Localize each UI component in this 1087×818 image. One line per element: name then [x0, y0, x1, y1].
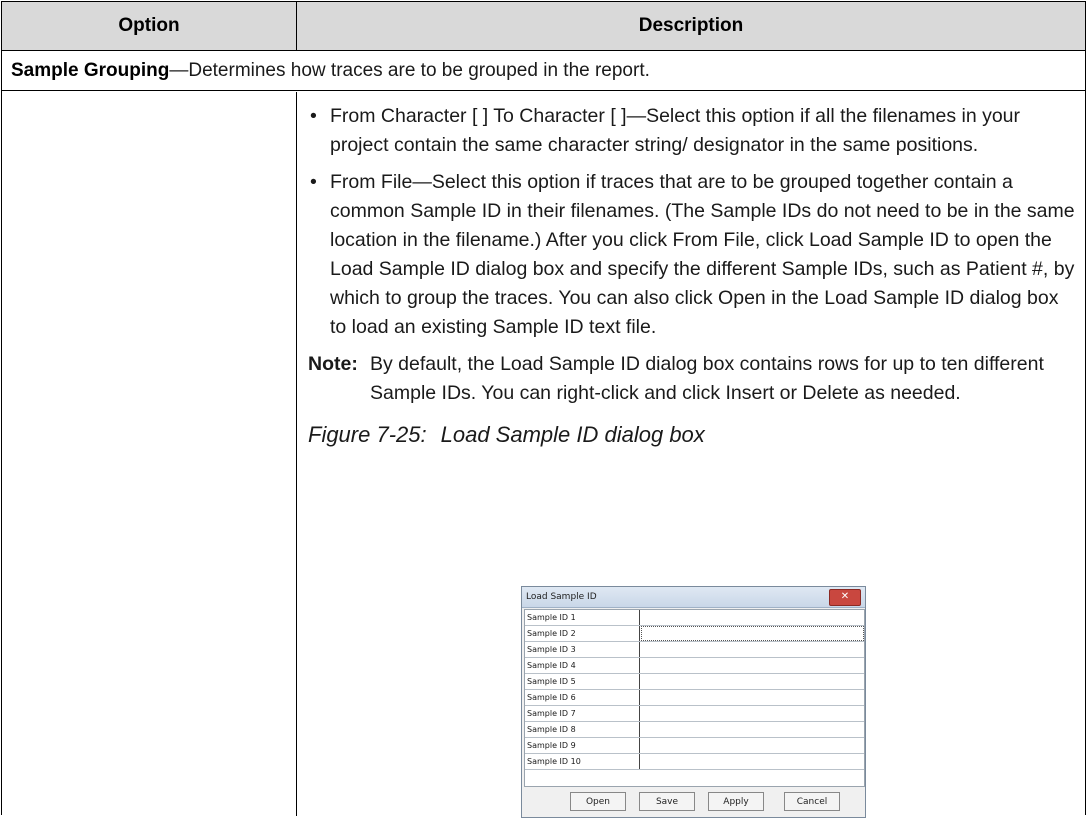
- bullet-text: From Character [ ] To Character [ ]—Sele…: [330, 105, 1021, 156]
- sample-id-label: Sample ID 7: [525, 706, 640, 721]
- sample-id-input[interactable]: [641, 642, 864, 657]
- table-row: Sample ID 10: [525, 754, 864, 770]
- sample-id-grid: Sample ID 1 Sample ID 2 Sample ID 3 Samp…: [524, 609, 865, 787]
- figure-number: Figure 7-25:: [308, 422, 427, 447]
- figure-caption: Figure 7-25: Load Sample ID dialog box: [308, 420, 1078, 449]
- figure-title: Load Sample ID dialog box: [440, 422, 705, 447]
- column-divider: [296, 92, 297, 816]
- table-row: Sample ID 9: [525, 738, 864, 754]
- dialog-title-bar: Load Sample ID ✕: [522, 587, 865, 608]
- table-row: Sample ID 6: [525, 690, 864, 706]
- sample-id-label: Sample ID 6: [525, 690, 640, 705]
- sample-id-input[interactable]: [641, 690, 864, 705]
- sample-grouping-term: Sample Grouping: [11, 60, 170, 81]
- bullet-text: From File—Select this option if traces t…: [330, 171, 1075, 338]
- sample-id-input[interactable]: [641, 738, 864, 753]
- table-row: Sample ID 4: [525, 658, 864, 674]
- sample-id-input[interactable]: [641, 626, 864, 641]
- bullet-glyph: •: [310, 105, 317, 127]
- sample-id-input[interactable]: [641, 722, 864, 737]
- list-item: • From File—Select this option if traces…: [308, 168, 1078, 342]
- bullet-glyph: •: [310, 171, 317, 193]
- sample-id-label: Sample ID 9: [525, 738, 640, 753]
- note-label: Note:: [308, 353, 358, 375]
- sample-id-input[interactable]: [641, 674, 864, 689]
- sample-id-input[interactable]: [641, 610, 864, 625]
- sample-id-input[interactable]: [641, 754, 864, 769]
- dialog-title: Load Sample ID: [526, 592, 597, 602]
- note: Note: By default, the Load Sample ID dia…: [308, 350, 1078, 408]
- list-item: • From Character [ ] To Character [ ]—Se…: [308, 102, 1078, 160]
- save-button[interactable]: Save: [639, 792, 695, 811]
- table-row: Sample ID 2: [525, 626, 864, 642]
- note-text: By default, the Load Sample ID dialog bo…: [370, 353, 1044, 404]
- description-cell: • From Character [ ] To Character [ ]—Se…: [308, 102, 1078, 449]
- close-icon[interactable]: ✕: [829, 589, 861, 606]
- dialog-button-bar: Open Save Apply Cancel: [522, 792, 865, 814]
- header-option: Option: [118, 15, 180, 36]
- open-button[interactable]: Open: [570, 792, 626, 811]
- sample-id-label: Sample ID 5: [525, 674, 640, 689]
- sample-id-label: Sample ID 8: [525, 722, 640, 737]
- sample-id-label: Sample ID 2: [525, 626, 640, 641]
- sample-grouping-row: Sample Grouping—Determines how traces ar…: [2, 51, 1085, 91]
- table-row: Sample ID 1: [525, 610, 864, 626]
- table-row: Sample ID 3: [525, 642, 864, 658]
- header-description: Description: [638, 15, 744, 36]
- sample-id-label: Sample ID 1: [525, 610, 640, 625]
- table-row: Sample ID 5: [525, 674, 864, 690]
- sample-id-label: Sample ID 4: [525, 658, 640, 673]
- table-row: Sample ID 8: [525, 722, 864, 738]
- sample-id-input[interactable]: [641, 706, 864, 721]
- table-row: Sample ID 7: [525, 706, 864, 722]
- table-header-row: Option Description: [2, 2, 1085, 51]
- sample-id-label: Sample ID 3: [525, 642, 640, 657]
- sample-id-input[interactable]: [641, 658, 864, 673]
- load-sample-id-dialog: Load Sample ID ✕ Sample ID 1 Sample ID 2…: [521, 586, 866, 818]
- apply-button[interactable]: Apply: [708, 792, 764, 811]
- cancel-button[interactable]: Cancel: [784, 792, 840, 811]
- sample-id-label: Sample ID 10: [525, 754, 640, 769]
- sample-grouping-text: —Determines how traces are to be grouped…: [169, 60, 650, 81]
- column-divider: [296, 2, 297, 50]
